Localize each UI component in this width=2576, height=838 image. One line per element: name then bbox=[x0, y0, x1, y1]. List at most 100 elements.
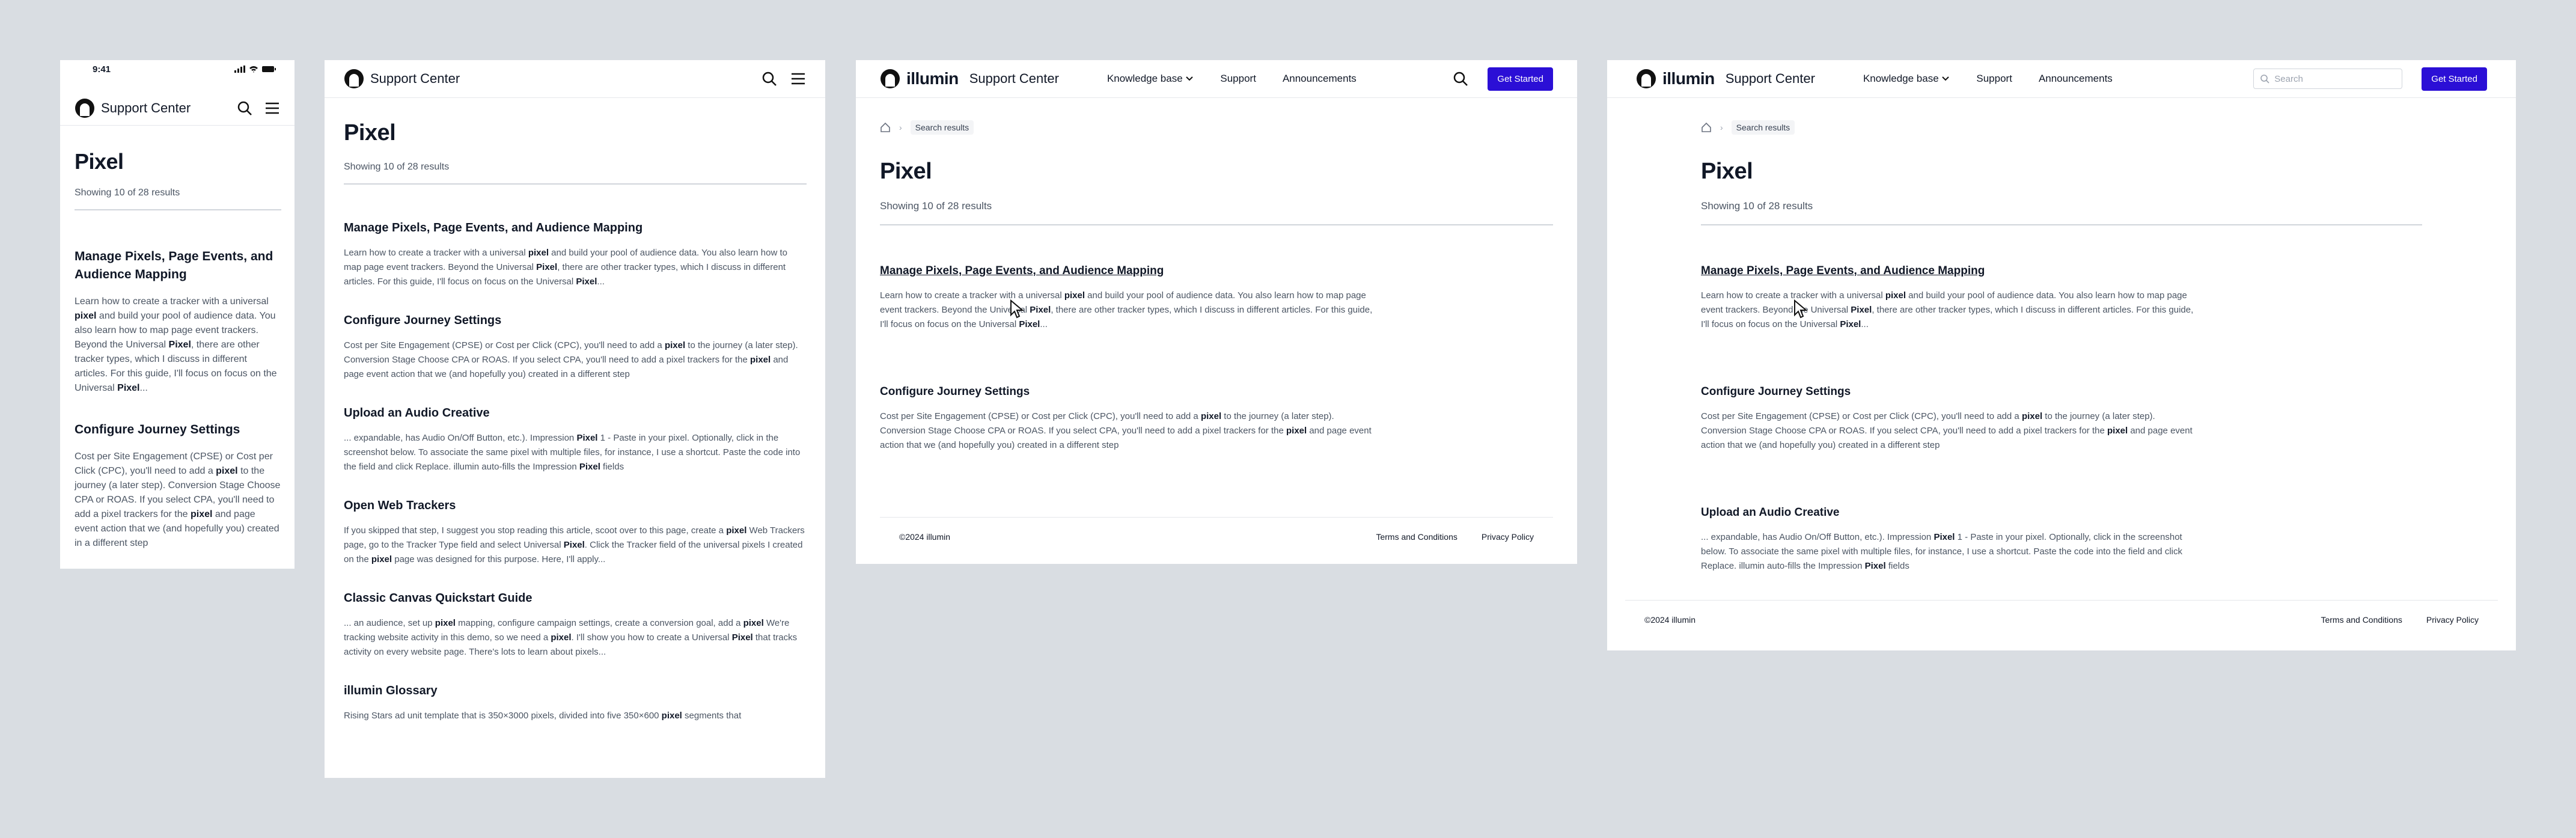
result-title[interactable]: Manage Pixels, Page Events, and Audience… bbox=[75, 248, 281, 284]
result-snippet: Cost per Site Engagement (CPSE) or Cost … bbox=[75, 451, 281, 548]
result-title[interactable]: Configure Journey Settings bbox=[344, 312, 807, 329]
nav-announcements[interactable]: Announcements bbox=[1283, 73, 1357, 85]
nav-knowledge-base-label: Knowledge base bbox=[1863, 73, 1939, 84]
search-icon[interactable] bbox=[762, 71, 777, 87]
home-icon[interactable] bbox=[880, 122, 891, 133]
main-nav: Knowledge base Support Announcements bbox=[1863, 73, 2113, 85]
search-icon[interactable] bbox=[237, 100, 252, 116]
terms-link[interactable]: Terms and Conditions bbox=[2321, 615, 2402, 625]
header-actions: Search Get Started bbox=[2253, 67, 2487, 91]
result-snippet: ... an audience, set up pixel mapping, c… bbox=[344, 618, 798, 657]
logo-mark-icon bbox=[75, 99, 94, 118]
search-icon bbox=[2260, 75, 2269, 84]
result-snippet: Cost per Site Engagement (CPSE) or Cost … bbox=[1701, 411, 2193, 450]
result-snippet: Cost per Site Engagement (CPSE) or Cost … bbox=[880, 411, 1372, 450]
result-title[interactable]: Configure Journey Settings bbox=[880, 384, 1553, 400]
page-title: Pixel bbox=[344, 120, 396, 145]
result-snippet: If you skipped that step, I suggest you … bbox=[344, 525, 805, 564]
result-title[interactable]: illumin Glossary bbox=[344, 682, 807, 699]
result-title[interactable]: Manage Pixels, Page Events, and Audience… bbox=[1701, 263, 2422, 279]
results-summary: Showing 10 of 28 results bbox=[344, 162, 450, 172]
nav-knowledge-base[interactable]: Knowledge base bbox=[1107, 73, 1194, 85]
site-section-label: Support Center bbox=[101, 100, 191, 115]
header-actions: Get Started bbox=[1453, 67, 1553, 91]
results-list: Manage Pixels, Page Events, and Audience… bbox=[880, 263, 1553, 453]
get-started-button[interactable]: Get Started bbox=[1488, 67, 1553, 91]
chevron-down-icon bbox=[1186, 76, 1194, 81]
desktop-frame: illumin Support Center Knowledge base Su… bbox=[856, 60, 1577, 564]
results-summary: Showing 10 of 28 results bbox=[1701, 200, 1813, 212]
divider bbox=[75, 209, 281, 210]
search-input[interactable]: Search bbox=[2253, 69, 2403, 89]
mobile-frame: 9:41 Support Center Pixel Showing 10 of … bbox=[60, 60, 295, 569]
result-title[interactable]: Manage Pixels, Page Events, and Audience… bbox=[880, 263, 1553, 279]
result-title[interactable]: Configure Journey Settings bbox=[1701, 384, 2422, 400]
breadcrumb-current: Search results bbox=[1731, 120, 1795, 135]
nav-knowledge-base[interactable]: Knowledge base bbox=[1863, 73, 1950, 85]
result-snippet: Learn how to create a tracker with a uni… bbox=[75, 296, 277, 393]
results-content: › Search results Pixel Showing 10 of 28 … bbox=[880, 120, 1553, 453]
result-title[interactable]: Manage Pixels, Page Events, and Audience… bbox=[344, 219, 807, 236]
status-icons bbox=[234, 66, 276, 73]
main-nav: Knowledge base Support Announcements bbox=[1107, 73, 1357, 85]
result-title[interactable]: Classic Canvas Quickstart Guide bbox=[344, 590, 807, 607]
result-title[interactable]: Configure Journey Settings bbox=[75, 421, 281, 439]
nav-knowledge-base-label: Knowledge base bbox=[1106, 73, 1183, 84]
breadcrumb-current: Search results bbox=[910, 120, 974, 135]
divider bbox=[1701, 224, 2422, 225]
battery-icon bbox=[262, 66, 276, 72]
results-list: Manage Pixels, Page Events, and Audience… bbox=[1701, 263, 2422, 573]
menu-icon[interactable] bbox=[264, 100, 280, 116]
logo[interactable]: illumin Support Center bbox=[880, 69, 1059, 89]
results-content: Pixel Showing 10 of 28 results Manage Pi… bbox=[75, 149, 281, 551]
logo[interactable]: Support Center bbox=[344, 69, 460, 89]
privacy-link[interactable]: Privacy Policy bbox=[1482, 532, 1534, 542]
logo[interactable]: illumin Support Center bbox=[1636, 69, 1815, 89]
mobile-header: Support Center bbox=[60, 91, 295, 126]
results-summary: Showing 10 of 28 results bbox=[880, 200, 992, 212]
nav-announcements[interactable]: Announcements bbox=[2039, 73, 2113, 85]
home-icon[interactable] bbox=[1701, 122, 1712, 133]
result-title[interactable]: Open Web Trackers bbox=[344, 497, 807, 514]
logo-mark-icon bbox=[881, 69, 900, 88]
nav-support[interactable]: Support bbox=[1220, 73, 1256, 85]
cursor-icon bbox=[1794, 299, 1808, 319]
status-time: 9:41 bbox=[93, 64, 111, 75]
brand-name: illumin bbox=[906, 69, 959, 88]
breadcrumb: › Search results bbox=[880, 120, 1553, 135]
footer: ©2024 illumin Terms and Conditions Privac… bbox=[1625, 600, 2498, 639]
status-bar: 9:41 bbox=[60, 60, 295, 78]
get-started-button[interactable]: Get Started bbox=[2422, 67, 2487, 91]
breadcrumb-separator: › bbox=[1720, 123, 1723, 132]
results-content: › Search results Pixel Showing 10 of 28 … bbox=[1701, 120, 2422, 573]
site-section-label: Support Center bbox=[370, 71, 460, 86]
divider bbox=[880, 224, 1553, 225]
menu-icon[interactable] bbox=[790, 71, 806, 87]
site-section-label: Support Center bbox=[969, 71, 1059, 86]
page-title: Pixel bbox=[75, 149, 124, 174]
results-summary: Showing 10 of 28 results bbox=[75, 188, 180, 198]
search-icon[interactable] bbox=[1453, 71, 1468, 87]
terms-link[interactable]: Terms and Conditions bbox=[1376, 532, 1457, 542]
result-title[interactable]: Upload an Audio Creative bbox=[344, 405, 807, 421]
copyright: ©2024 illumin bbox=[1644, 615, 1696, 625]
desktop-wide-frame: illumin Support Center Knowledge base Su… bbox=[1607, 60, 2516, 650]
wifi-icon bbox=[249, 66, 258, 73]
breadcrumb: › Search results bbox=[1701, 120, 2422, 135]
chevron-down-icon bbox=[1942, 76, 1950, 81]
tablet-frame: Support Center Pixel Showing 10 of 28 re… bbox=[325, 60, 825, 778]
privacy-link[interactable]: Privacy Policy bbox=[2426, 615, 2479, 625]
result-snippet: ... expandable, has Audio On/Off Button,… bbox=[344, 433, 801, 472]
header-actions bbox=[237, 100, 280, 116]
logo[interactable]: Support Center bbox=[75, 98, 191, 118]
site-section-label: Support Center bbox=[1725, 71, 1815, 86]
desktop-header: illumin Support Center Knowledge base Su… bbox=[856, 60, 1577, 98]
signal-icon bbox=[234, 66, 245, 73]
result-snippet: Learn how to create a tracker with a uni… bbox=[344, 248, 787, 287]
cursor-icon bbox=[1010, 299, 1024, 319]
nav-support[interactable]: Support bbox=[1976, 73, 2012, 85]
result-snippet: Learn how to create a tracker with a uni… bbox=[1701, 290, 2194, 329]
result-title[interactable]: Upload an Audio Creative bbox=[1701, 504, 2422, 521]
result-snippet: Cost per Site Engagement (CPSE) or Cost … bbox=[344, 340, 798, 379]
desktop-header: illumin Support Center Knowledge base Su… bbox=[1607, 60, 2516, 98]
